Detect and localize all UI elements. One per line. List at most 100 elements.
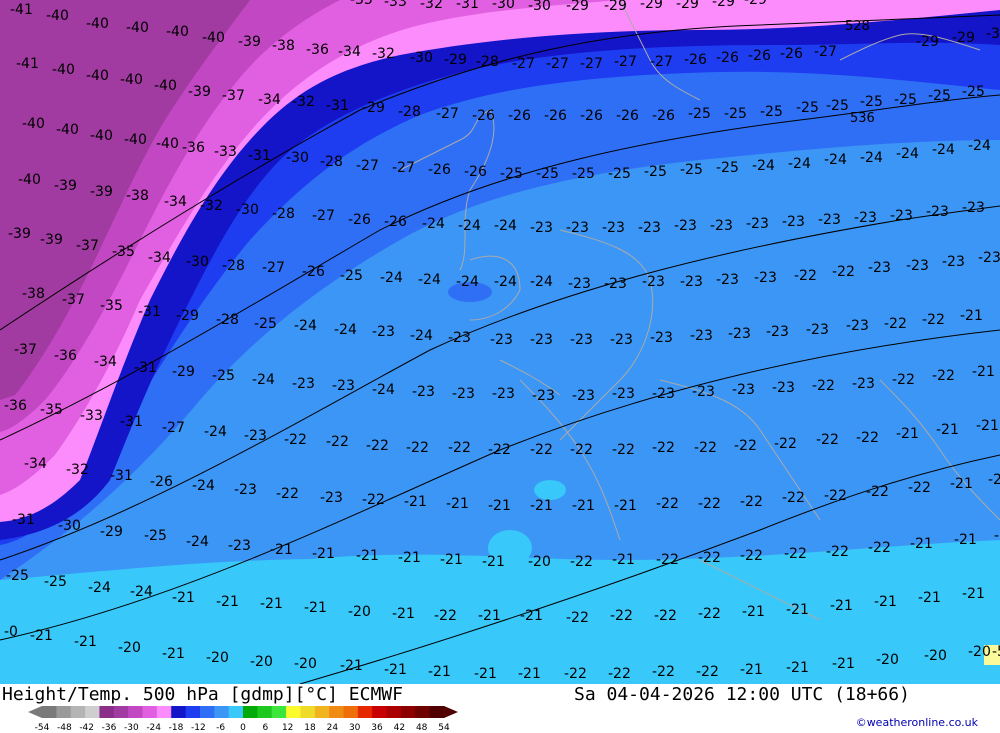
temperature-label: -22	[570, 554, 593, 570]
temperature-label: -23	[332, 378, 355, 394]
temperature-label: -23	[566, 220, 589, 236]
temperature-label: -23	[602, 220, 625, 236]
temperature-label: -21	[392, 606, 415, 622]
temperature-label: -23	[746, 216, 769, 232]
temperature-label: -21	[988, 472, 1000, 488]
temperature-label: -25	[608, 166, 631, 182]
temperature-label: -24	[860, 150, 883, 166]
temperature-label: -21	[832, 656, 855, 672]
temperature-label: -23	[962, 200, 985, 216]
temperature-label: -27	[162, 420, 185, 436]
temperature-label: -25	[928, 88, 951, 104]
scale-swatch	[199, 706, 215, 718]
temperature-label: -0	[4, 624, 18, 640]
temperature-label: -22	[652, 664, 675, 680]
temperature-label: -23	[532, 388, 555, 404]
scale-swatch	[70, 706, 86, 718]
temperature-label: -27	[262, 260, 285, 276]
temperature-label: -22	[812, 378, 835, 394]
height-contour-label: 528	[845, 19, 870, 34]
temperature-label: -31	[326, 98, 349, 114]
temperature-label: -29	[176, 308, 199, 324]
temperature-label: -21	[518, 666, 541, 682]
temperature-label: -21	[742, 604, 765, 620]
temperature-label: -23	[772, 380, 795, 396]
temperature-label: -35	[112, 244, 135, 260]
scale-tick-label: 18	[304, 723, 316, 732]
temperature-label: -22	[794, 268, 817, 284]
scale-tick-label: 42	[394, 723, 405, 732]
temperature-label: -31	[120, 414, 143, 430]
temperature-label: -22	[932, 368, 955, 384]
temperature-label: -22	[832, 264, 855, 280]
temperature-label: -28	[476, 54, 499, 70]
temperature-label: -22	[696, 664, 719, 680]
temperature-label: -36	[306, 42, 329, 58]
temperature-label: -23	[942, 254, 965, 270]
temperature-label: -23	[320, 490, 343, 506]
temperature-label: -23	[818, 212, 841, 228]
temperature-label: -40	[156, 136, 179, 152]
temperature-label: -30	[528, 0, 551, 14]
temperature-label: -21	[340, 658, 363, 674]
temperature-label: -22	[564, 666, 587, 682]
temperature-label: -39	[188, 84, 211, 100]
temperature-label: -29	[100, 524, 123, 540]
temperature-label: -26	[150, 474, 173, 490]
temperature-label: -40	[18, 172, 41, 188]
scale-swatch	[429, 706, 445, 718]
temperature-label: -25	[340, 268, 363, 284]
temperature-label: -21	[572, 498, 595, 514]
temperature-label: -32	[200, 198, 223, 214]
credit-link[interactable]: ©weatheronline.co.uk	[856, 716, 978, 729]
temperature-label: -21	[404, 494, 427, 510]
temperature-label: -22	[362, 492, 385, 508]
scale-swatch	[243, 706, 258, 718]
scale-tick-label: 48	[416, 723, 428, 732]
temperature-label: -21	[830, 598, 853, 614]
temperature-label: -40	[202, 30, 225, 46]
temperature-label: -23	[228, 538, 251, 554]
temperature-label: -21	[270, 542, 293, 558]
temperature-label: -21	[446, 496, 469, 512]
temperature-label: -23	[244, 428, 267, 444]
temperature-label: -21	[936, 422, 959, 438]
temperature-label: -40	[124, 132, 147, 148]
temperature-label: -24	[380, 270, 403, 286]
temperature-label: -29	[604, 0, 627, 14]
scale-arrow-right	[444, 706, 458, 718]
temperature-label: -23	[890, 208, 913, 224]
temperature-label: -26	[428, 162, 451, 178]
scale-swatch	[357, 706, 373, 718]
temperature-label: -25	[254, 316, 277, 332]
temperature-label: -28	[320, 154, 343, 170]
temperature-label: -34	[338, 44, 361, 60]
temperature-label: -26	[508, 108, 531, 124]
temperature-label: -27	[356, 158, 379, 174]
temperature-label: -24	[186, 534, 209, 550]
temperature-label: -40	[46, 8, 69, 24]
temperature-label: -24	[334, 322, 357, 338]
temperature-label: -22	[448, 440, 471, 456]
temperature-label: -22	[698, 606, 721, 622]
temperature-label: -21	[530, 498, 553, 514]
temperature-label: -24	[752, 158, 775, 174]
temperature-label: -23	[490, 332, 513, 348]
temperature-label: -29	[362, 100, 385, 116]
temperature-label: -23	[492, 386, 515, 402]
temperature-label: -23	[572, 388, 595, 404]
scale-swatch	[142, 706, 158, 718]
temperature-label: -38	[22, 286, 45, 302]
temperature-label: -21	[896, 426, 919, 442]
temperature-label: -27	[312, 208, 335, 224]
temperature-label: -26	[616, 108, 639, 124]
temperature-label: -23	[652, 386, 675, 402]
scale-swatch	[85, 706, 100, 718]
temperature-label: -23	[732, 382, 755, 398]
temperature-label: -39	[8, 226, 31, 242]
temperature-label: -20	[968, 644, 991, 660]
temperature-label: -41	[16, 56, 39, 72]
map-title: Height/Temp. 500 hPa [gdmp][°C] ECMWF	[2, 684, 403, 705]
temperature-label: -24	[410, 328, 433, 344]
temperature-label: -24	[530, 274, 553, 290]
